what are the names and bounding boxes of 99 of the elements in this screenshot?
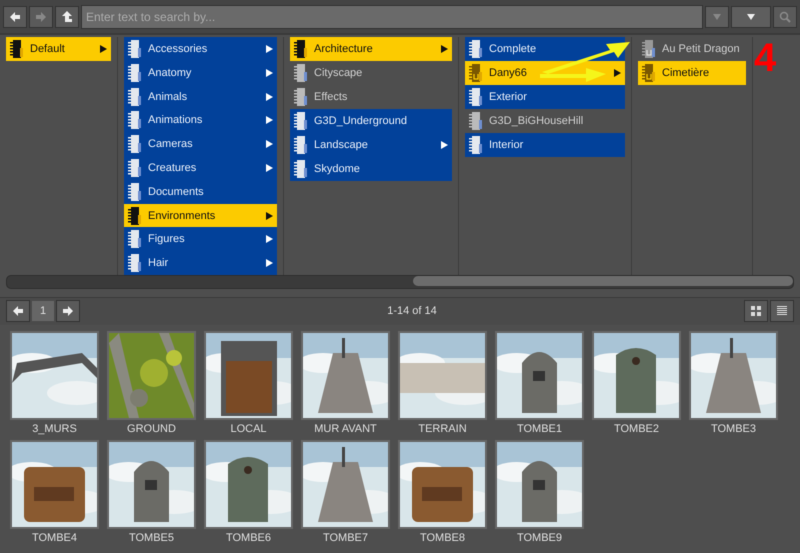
category-label: Default — [30, 43, 66, 56]
asset-label: TERRAIN — [418, 422, 467, 437]
category-item[interactable]: Accessories — [124, 37, 277, 61]
back-button[interactable] — [3, 6, 27, 28]
forward-arrow-icon — [63, 306, 73, 316]
list-view-button[interactable] — [770, 300, 794, 322]
category-label: Effects — [314, 91, 348, 104]
expand-arrow-icon[interactable] — [100, 45, 107, 54]
expand-arrow-icon[interactable] — [441, 45, 448, 54]
asset-label: TOMBE9 — [516, 531, 562, 546]
category-label: Exterior — [489, 91, 528, 104]
expand-arrow-icon[interactable] — [266, 116, 273, 124]
grid-icon — [751, 306, 761, 316]
category-item[interactable]: Animations — [124, 108, 277, 132]
asset-label: TOMBE3 — [710, 422, 756, 437]
list-icon — [777, 306, 787, 316]
category-label: Environments — [148, 210, 216, 222]
category-item[interactable]: Skydome — [290, 157, 452, 182]
category-item[interactable]: Cityscape — [290, 61, 452, 86]
horizontal-scrollbar[interactable] — [6, 275, 794, 289]
search-field[interactable]: Enter text to search by... — [81, 4, 703, 29]
forward-button[interactable] — [29, 6, 53, 28]
category-item[interactable]: Anatomy — [124, 60, 277, 85]
result-count: 1-14 of 14 — [386, 305, 438, 318]
category-label: Animals — [148, 90, 188, 103]
expand-arrow-icon[interactable] — [266, 212, 273, 220]
category-label: Documents — [148, 186, 205, 198]
filter-dropdown[interactable] — [705, 6, 729, 28]
category-label: G3D_BiGHouseHill — [489, 115, 584, 128]
asset-label: LOCAL — [230, 422, 267, 437]
category-label: Figures — [148, 233, 186, 246]
asset-label: 3_MURS — [32, 422, 77, 437]
caret-icon — [747, 14, 755, 20]
category-label: Creatures — [148, 162, 198, 174]
category-label: Cameras — [148, 138, 194, 150]
asset-label: TOMBE2 — [614, 422, 660, 437]
category-label: Cimetière — [662, 67, 710, 80]
category-label: G3D_Underground — [314, 115, 408, 128]
category-label: Accessories — [148, 42, 208, 55]
asset-label: TOMBE5 — [128, 531, 174, 546]
category-label: Anatomy — [148, 66, 192, 79]
thumbnail-view-button[interactable] — [744, 300, 768, 322]
category-item[interactable]: Architecture — [290, 37, 452, 62]
back-arrow-icon — [10, 12, 20, 22]
page-number-field[interactable]: 1 — [32, 301, 54, 322]
forward-arrow-icon — [36, 12, 46, 22]
category-item[interactable]: Effects — [290, 85, 452, 110]
sort-dropdown[interactable] — [731, 6, 771, 28]
next-page-button[interactable] — [56, 300, 80, 322]
category-item[interactable]: Cameras — [124, 132, 277, 156]
category-item[interactable]: Exterior — [465, 85, 625, 110]
expand-arrow-icon[interactable] — [266, 92, 273, 101]
category-item[interactable]: Interior — [465, 133, 625, 158]
asset-label: TOMBE7 — [322, 531, 368, 546]
category-item[interactable]: Cimetière — [638, 61, 746, 86]
expand-arrow-icon[interactable] — [266, 235, 273, 244]
caret-icon — [713, 14, 721, 20]
category-label: Complete — [489, 43, 538, 56]
category-item[interactable]: G3D_BiGHouseHill — [465, 109, 625, 134]
expand-arrow-icon[interactable] — [614, 69, 621, 78]
expand-arrow-icon[interactable] — [266, 140, 273, 148]
category-item[interactable]: Hair — [124, 251, 277, 276]
category-label: Dany66 — [489, 67, 528, 80]
category-label: Landscape — [314, 139, 369, 152]
search-icon — [779, 10, 791, 23]
search-button[interactable] — [773, 6, 797, 28]
category-label: Skydome — [314, 163, 361, 176]
category-item[interactable]: Figures — [124, 227, 277, 252]
category-item[interactable]: Documents — [124, 180, 277, 204]
expand-arrow-icon[interactable] — [266, 259, 273, 268]
category-item[interactable]: Complete — [465, 37, 625, 62]
category-item[interactable]: Environments — [124, 204, 277, 228]
asset-label: MUR AVANT — [314, 422, 377, 437]
expand-arrow-icon[interactable] — [441, 141, 448, 150]
asset-label: TOMBE4 — [32, 531, 78, 546]
category-label: Hair — [148, 257, 170, 270]
asset-label: GROUND — [127, 422, 176, 437]
up-arrow-icon — [62, 11, 72, 22]
expand-arrow-icon[interactable] — [266, 44, 273, 53]
category-label: Au Petit Dragon — [662, 43, 741, 56]
category-label: Architecture — [314, 43, 374, 56]
expand-arrow-icon[interactable] — [266, 164, 273, 172]
expand-arrow-icon[interactable] — [266, 68, 273, 77]
step-number: 4 — [754, 38, 776, 78]
category-item[interactable]: Creatures — [124, 156, 277, 180]
category-label: Interior — [489, 139, 524, 152]
asset-label: TOMBE6 — [226, 531, 272, 546]
category-item[interactable]: Au Petit Dragon — [638, 37, 746, 62]
category-item[interactable]: G3D_Underground — [290, 109, 452, 134]
up-button[interactable] — [55, 6, 79, 28]
category-item[interactable]: Landscape — [290, 133, 452, 158]
category-item[interactable]: Animals — [124, 84, 277, 108]
category-label: Cityscape — [314, 67, 364, 80]
back-arrow-icon — [13, 306, 23, 316]
category-item[interactable]: Default — [6, 37, 111, 62]
asset-label: TOMBE1 — [516, 422, 562, 437]
category-label: Animations — [148, 114, 204, 126]
previous-page-button[interactable] — [6, 300, 30, 322]
asset-label: TOMBE8 — [420, 531, 466, 546]
